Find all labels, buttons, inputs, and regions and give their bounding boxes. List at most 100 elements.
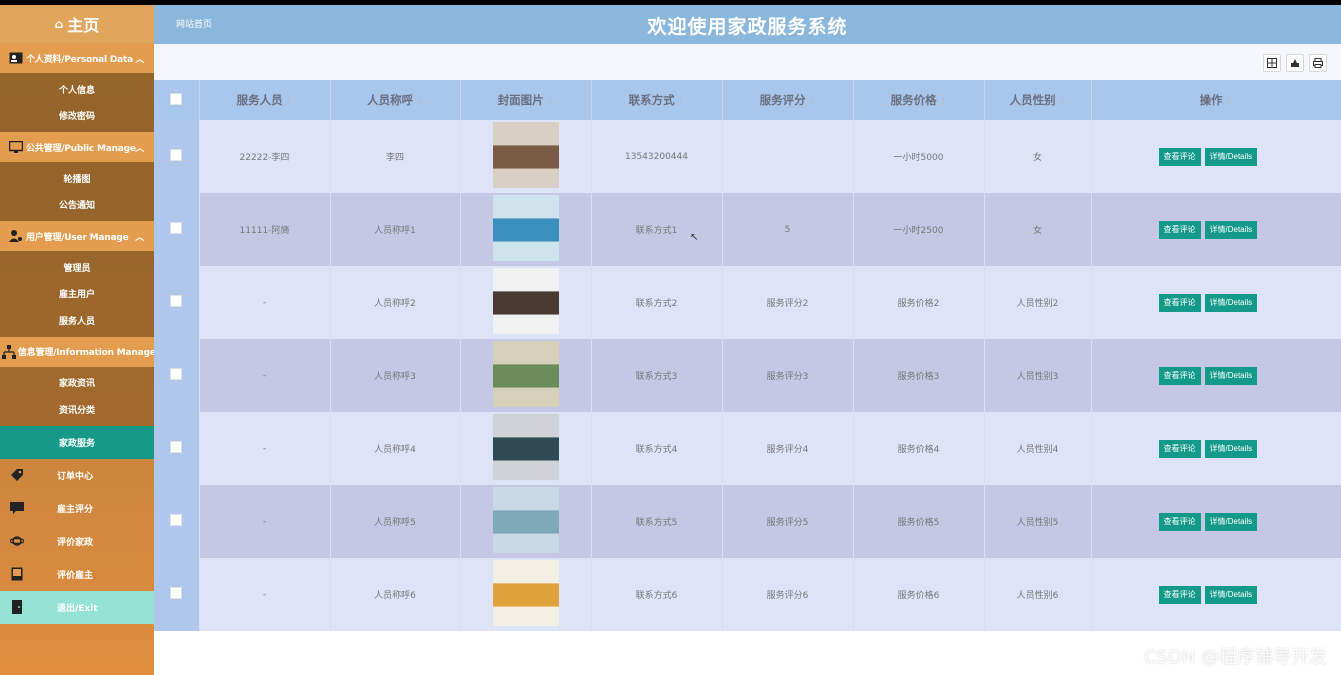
sidebar-item-order-center[interactable]: 订单中心	[0, 459, 154, 492]
name-value: 人员称呼6	[374, 591, 416, 601]
cell-staff: -	[199, 412, 331, 485]
table-row[interactable]: - 人员称呼2 联系方式2 服务评分2 服务价格2 人员性别2 查看评论 详情/Detail…	[154, 266, 1341, 339]
details-button[interactable]: 详情/Details	[1204, 293, 1258, 312]
table-row[interactable]: - 人员称呼5 联系方式5 服务评分5 服务价格5 人员性别5 查看评论 详情/Detail…	[154, 485, 1341, 558]
table-row[interactable]: - 人员称呼4 联系方式4 服务评分4 服务价格4 人员性别4 查看评论 详情/Detail…	[154, 412, 1341, 485]
view-rating-button[interactable]: 查看评论	[1158, 366, 1201, 385]
tag-icon	[8, 468, 26, 482]
details-button[interactable]: 详情/Details	[1204, 366, 1258, 385]
sidebar-item-service-staff[interactable]: 服务人员	[0, 307, 154, 334]
column-header[interactable]: 人员称呼 ⇕	[330, 80, 461, 120]
sort-icon: ⇕	[285, 97, 293, 106]
row-select-cell[interactable]	[154, 485, 200, 558]
cover-image[interactable]	[492, 268, 559, 334]
row-checkbox[interactable]	[170, 222, 183, 234]
sidebar-item-housekeeping-news[interactable]: 家政资讯	[0, 370, 154, 397]
section-label: 用户管理/User Manage	[26, 232, 129, 243]
cover-image[interactable]	[492, 414, 559, 480]
sidebar-item-employer-rating[interactable]: 雇主评分	[0, 492, 154, 525]
cover-image[interactable]	[492, 341, 559, 407]
table-row[interactable]: 11111-阿旖 人员称呼1 联系方式1 5 一小时2500 女 查看评论 详情/Detai…	[154, 193, 1341, 266]
view-rating-button[interactable]: 查看评论	[1158, 293, 1201, 312]
chevron-up-icon: ︿	[135, 233, 144, 243]
print-icon[interactable]	[1309, 54, 1327, 72]
monitor-icon	[8, 139, 24, 155]
view-rating-button[interactable]: 查看评论	[1158, 512, 1201, 531]
select-all-header[interactable]	[154, 80, 200, 120]
cell-gender: 女	[984, 193, 1092, 266]
view-rating-button[interactable]: 查看评论	[1158, 439, 1201, 458]
table-row[interactable]: - 人员称呼3 联系方式3 服务评分3 服务价格3 人员性别3 查看评论 详情/Detail…	[154, 339, 1341, 412]
sidebar-item-admin[interactable]: 管理员	[0, 254, 154, 281]
details-button[interactable]: 详情/Details	[1204, 585, 1258, 604]
row-checkbox[interactable]	[170, 368, 183, 380]
sidebar-item-carousel[interactable]: 轮播图	[0, 165, 154, 192]
table-row[interactable]: 22222-李四 李四 13543200444 一小时5000 女 查看评论 详情/Det…	[154, 120, 1341, 193]
column-header[interactable]: 操作 ⇕	[1091, 80, 1341, 120]
row-checkbox[interactable]	[170, 441, 183, 453]
row-select-cell[interactable]	[154, 120, 200, 193]
select-all-checkbox[interactable]	[170, 92, 183, 105]
sidebar-home-title[interactable]: ⌂ 主页	[0, 5, 154, 43]
service-table: 服务人员 ⇕ 人员称呼 ⇕ 封面图片 ⇕ 联系方式 ⇕ 服务评分 ⇕ 服务价格 ⇕ 人员性别…	[154, 80, 1341, 631]
sidebar-item-employer-users[interactable]: 雇主用户	[0, 281, 154, 308]
score-value: 服务评分4	[766, 445, 809, 455]
row-checkbox[interactable]	[170, 587, 183, 599]
column-header[interactable]: 服务评分 ⇕	[722, 80, 854, 120]
column-header[interactable]: 服务价格 ⇕	[853, 80, 985, 120]
cell-contact: 联系方式4	[591, 412, 723, 485]
column-header[interactable]: 人员性别 ⇕	[984, 80, 1092, 120]
cover-image[interactable]	[492, 487, 559, 553]
export-icon[interactable]	[1286, 54, 1304, 72]
details-button[interactable]: 详情/Details	[1204, 147, 1258, 166]
column-header[interactable]: 服务人员 ⇕	[199, 80, 331, 120]
cover-image[interactable]	[492, 195, 559, 261]
sidebar-item-exit[interactable]: 退出/Exit	[0, 590, 154, 624]
column-header[interactable]: 封面图片 ⇕	[460, 80, 592, 120]
details-button[interactable]: 详情/Details	[1204, 220, 1258, 239]
cell-cover	[460, 339, 592, 412]
staff-value: -	[262, 443, 267, 454]
sidebar-item-rate-housekeeping[interactable]: 评价家政	[0, 525, 154, 558]
cell-gender: 人员性别6	[984, 558, 1092, 631]
row-checkbox[interactable]	[170, 149, 183, 161]
top-header: 网站首页 欢迎使用家政服务系统	[154, 5, 1341, 44]
score-value: 服务评分6	[766, 591, 809, 601]
section-personal-data-items: 个人信息 修改密码	[0, 73, 154, 132]
gender-value: 人员性别5	[1016, 518, 1059, 528]
view-rating-button[interactable]: 查看评论	[1158, 220, 1201, 239]
column-toggle-icon[interactable]	[1263, 54, 1281, 72]
sidebar-item-change-password[interactable]: 修改密码	[0, 103, 154, 130]
cover-image[interactable]	[492, 122, 559, 188]
cell-staff: -	[199, 339, 331, 412]
details-button[interactable]: 详情/Details	[1204, 439, 1258, 458]
contact-value: 联系方式3	[635, 372, 678, 382]
sidebar-item-rate-employer[interactable]: 评价雇主	[0, 558, 154, 591]
section-information-manage[interactable]: 信息管理/Information Manage	[0, 336, 154, 367]
cover-image[interactable]	[492, 560, 559, 626]
table-row[interactable]: - 人员称呼6 联系方式6 服务评分6 服务价格6 人员性别6 查看评论 详情/Detail…	[154, 558, 1341, 631]
view-rating-button[interactable]: 查看评论	[1158, 585, 1201, 604]
details-button[interactable]: 详情/Details	[1204, 512, 1258, 531]
cell-score: 服务评分3	[722, 339, 854, 412]
sidebar-item-notice[interactable]: 公告通知	[0, 192, 154, 219]
row-checkbox[interactable]	[170, 295, 183, 307]
cell-actions: 查看评论 详情/Details	[1091, 120, 1341, 193]
section-public-manage[interactable]: 公共管理/Public Manage ︿	[0, 132, 154, 162]
row-select-cell[interactable]	[154, 558, 200, 631]
view-rating-button[interactable]: 查看评论	[1158, 147, 1201, 166]
row-select-cell[interactable]	[154, 339, 200, 412]
column-header[interactable]: 联系方式 ⇕	[591, 80, 723, 120]
section-user-manage[interactable]: 用户管理/User Manage ︿	[0, 221, 154, 251]
cell-score: 5	[722, 193, 854, 266]
row-select-cell[interactable]	[154, 193, 200, 266]
row-select-cell[interactable]	[154, 266, 200, 339]
section-personal-data[interactable]: 个人资料/Personal Data ︿	[0, 43, 154, 73]
sidebar-item-personal-info[interactable]: 个人信息	[0, 76, 154, 103]
sidebar-item-housekeeping-service[interactable]: 家政服务	[0, 425, 154, 459]
sidebar-item-news-category[interactable]: 资讯分类	[0, 396, 154, 423]
cell-staff: 11111-阿旖	[199, 193, 331, 266]
row-checkbox[interactable]	[170, 514, 183, 526]
cell-score: 服务评分6	[722, 558, 854, 631]
row-select-cell[interactable]	[154, 412, 200, 485]
